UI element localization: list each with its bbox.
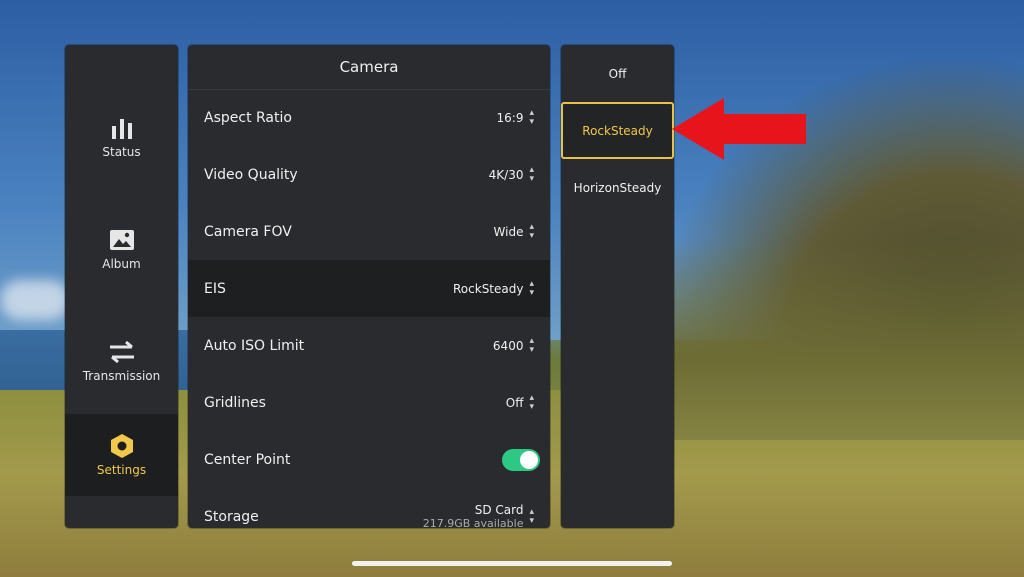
camera-settings-panel: Camera Aspect Ratio 16:9 ▴ ▾ Video Quality…: [188, 45, 550, 528]
nav-item-status[interactable]: Status: [65, 97, 178, 177]
setting-label: Camera FOV: [204, 223, 292, 240]
nav-item-label: Settings: [96, 463, 147, 477]
setting-label: Gridlines: [204, 394, 266, 411]
setting-value: 16:9: [496, 110, 524, 125]
setting-value: 4K/30: [488, 167, 524, 182]
setting-row-storage[interactable]: Storage SD Card 217.9GB available ▴ ▾: [188, 488, 550, 528]
setting-row-center-point: Center Point: [188, 431, 550, 488]
storage-available: 217.9GB available: [422, 517, 524, 528]
chevron-updown-icon: ▴ ▾: [529, 335, 534, 355]
setting-row-camera-fov[interactable]: Camera FOV Wide ▴ ▾: [188, 203, 550, 260]
setting-label: Video Quality: [204, 166, 298, 183]
chevron-updown-icon: ▴ ▾: [529, 506, 534, 526]
background-cloud: [0, 280, 70, 320]
background-hill-slope: [674, 240, 1024, 440]
center-point-toggle[interactable]: [502, 448, 540, 471]
nav-item-label: Transmission: [82, 369, 161, 383]
chevron-updown-icon: ▴ ▾: [529, 392, 534, 412]
home-indicator: [352, 561, 672, 566]
option-off[interactable]: Off: [561, 45, 674, 102]
setting-row-aspect-ratio[interactable]: Aspect Ratio 16:9 ▴ ▾: [188, 89, 550, 146]
nav-item-settings[interactable]: Settings: [65, 414, 178, 496]
nav-item-label: Status: [102, 145, 141, 159]
toggle-knob: [520, 450, 538, 469]
eis-options-panel: Off RockSteady HorizonSteady: [561, 45, 674, 528]
panel-title: Camera: [188, 45, 550, 90]
setting-value: RockSteady: [453, 281, 524, 296]
setting-value: 6400: [492, 338, 524, 353]
side-navigation: Status Album Transmission Settings: [65, 45, 178, 528]
setting-row-auto-iso-limit[interactable]: Auto ISO Limit 6400 ▴ ▾: [188, 317, 550, 374]
setting-label: Auto ISO Limit: [204, 337, 305, 354]
setting-row-eis[interactable]: EIS RockSteady ▴ ▾: [188, 260, 550, 317]
setting-row-gridlines[interactable]: Gridlines Off ▴ ▾: [188, 374, 550, 431]
storage-value: SD Card: [474, 503, 524, 517]
option-horizonsteady[interactable]: HorizonSteady: [561, 159, 674, 216]
hexagon-settings-icon: [109, 433, 135, 459]
chevron-updown-icon: ▴ ▾: [529, 164, 534, 184]
nav-item-transmission[interactable]: Transmission: [65, 321, 178, 401]
image-icon: [109, 227, 135, 253]
nav-item-album[interactable]: Album: [65, 209, 178, 289]
setting-row-video-quality[interactable]: Video Quality 4K/30 ▴ ▾: [188, 146, 550, 203]
chevron-updown-icon: ▴ ▾: [529, 278, 534, 298]
option-rocksteady[interactable]: RockSteady: [561, 102, 674, 159]
setting-value: Off: [505, 395, 524, 410]
chevron-updown-icon: ▴ ▾: [529, 221, 534, 241]
setting-label: Center Point: [204, 451, 291, 468]
nav-item-label: Album: [102, 257, 141, 271]
red-arrow-icon: [672, 98, 806, 160]
setting-label: EIS: [204, 280, 226, 297]
setting-value: Wide: [493, 224, 524, 239]
chevron-updown-icon: ▴ ▾: [529, 107, 534, 127]
bar-chart-icon: [110, 115, 134, 141]
transfer-arrows-icon: [108, 339, 136, 365]
setting-label: Aspect Ratio: [204, 109, 292, 126]
setting-label: Storage: [204, 508, 259, 525]
